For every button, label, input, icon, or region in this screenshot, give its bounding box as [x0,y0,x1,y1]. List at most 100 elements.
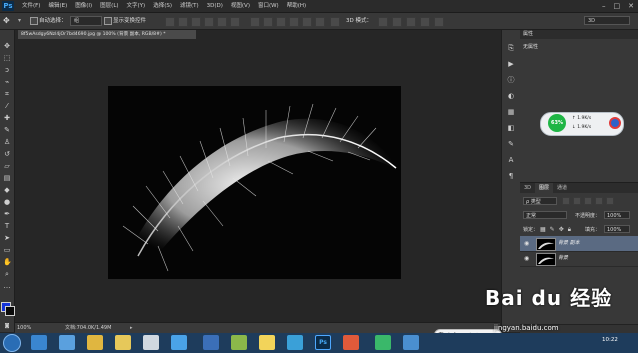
move-icon[interactable]: ✥ [3,42,11,50]
align-vcenter-button[interactable] [178,17,188,27]
shape-icon[interactable]: ▭ [3,246,11,254]
swatches-panel-icon[interactable]: ▦ [507,108,515,116]
filter-pixel-icon[interactable] [562,197,570,205]
slide-3d-button[interactable] [420,17,430,27]
history-panel-icon[interactable]: ⎘ [507,44,515,52]
auto-align-button[interactable] [330,17,340,27]
align-bottom-button[interactable] [191,17,201,27]
align-right-button[interactable] [230,17,240,27]
layer-row-background[interactable]: ◉ 背景 [520,251,638,267]
taskbar-app-icon[interactable] [403,335,419,350]
eyedropper-icon[interactable]: ⁄ [3,102,11,110]
menu-filter[interactable]: 滤镜(T) [176,0,203,12]
character-panel-icon[interactable]: A [507,156,515,164]
show-transform-checkbox[interactable] [104,17,112,25]
tab-channels[interactable]: 通道 [553,183,571,193]
gradient-icon[interactable]: ▤ [3,174,11,182]
close-button[interactable]: ✕ [628,1,634,11]
menu-image[interactable]: 图像(I) [71,0,96,12]
auto-select-dropdown[interactable]: 组 [70,16,102,26]
crop-icon[interactable]: ⌗ [3,90,11,98]
quick-mask-icon[interactable]: ◙ [3,322,11,330]
taskbar-app-icon[interactable] [59,335,75,350]
workspace-dropdown[interactable]: 3D [584,16,630,25]
fill-field[interactable]: 100% [604,225,630,233]
roll-3d-button[interactable] [392,17,402,27]
taskbar-app-icon[interactable] [375,335,391,350]
lock-all-icon[interactable]: 🔒︎ [568,226,571,233]
lock-position-icon[interactable]: ✥ [559,226,564,233]
menu-file[interactable]: 文件(F) [18,0,44,12]
distribute-vcenter-button[interactable] [263,17,273,27]
distribute-hcenter-button[interactable] [302,17,312,27]
security-app-icon[interactable] [609,117,621,129]
menu-layer[interactable]: 图层(L) [96,0,122,12]
align-hcenter-button[interactable] [217,17,227,27]
distribute-bottom-button[interactable] [276,17,286,27]
clone-stamp-icon[interactable]: ♙ [3,138,11,146]
taskbar-explorer-icon[interactable] [115,335,131,350]
move-tool-icon[interactable]: ✥ [3,16,13,26]
path-select-icon[interactable]: ➤ [3,234,11,242]
zoom-level[interactable]: 100% [17,323,31,333]
rotate-3d-button[interactable] [378,17,388,27]
distribute-top-button[interactable] [250,17,260,27]
photoshop-logo-icon[interactable]: Ps [2,1,14,11]
filter-adjust-icon[interactable] [573,197,581,205]
document-tab[interactable]: 8f5wAsdgy6Nzl4jOr7bd4690.jpg @ 100% (背景 … [18,30,196,39]
tool-preset-chevron-icon[interactable]: ▾ [18,16,24,26]
menu-window[interactable]: 窗口(W) [254,0,283,12]
tab-layers[interactable]: 图层 [535,183,554,193]
menu-select[interactable]: 选择(S) [149,0,176,12]
align-left-button[interactable] [204,17,214,27]
status-arrow-icon[interactable]: ▸ [130,323,133,333]
auto-select-checkbox[interactable] [30,17,38,25]
maximize-button[interactable]: □ [614,1,621,11]
more-tools-icon[interactable]: … [3,282,11,290]
minimize-button[interactable]: – [602,1,606,11]
brush-icon[interactable]: ✎ [3,126,11,134]
blur-icon[interactable]: ◆ [3,186,11,194]
info-panel-icon[interactable]: ⓘ [507,76,515,84]
distribute-left-button[interactable] [289,17,299,27]
taskbar-app-icon[interactable] [259,335,275,350]
start-button[interactable] [3,334,21,352]
background-color-swatch[interactable] [5,306,15,316]
scale-3d-button[interactable] [434,17,444,27]
history-brush-icon[interactable]: ↺ [3,150,11,158]
actions-panel-icon[interactable]: ▶ [507,60,515,68]
taskbar-folder-icon[interactable] [87,335,103,350]
tab-3d[interactable]: 3D [520,183,535,193]
hand-icon[interactable]: ✋ [3,258,12,266]
feather-image[interactable] [108,86,401,279]
pen-icon[interactable]: ✒ [3,210,11,218]
align-top-button[interactable] [165,17,175,27]
distribute-right-button[interactable] [315,17,325,27]
menu-edit[interactable]: 编辑(E) [44,0,71,12]
taskbar-app-icon[interactable] [203,335,219,350]
lock-transparent-icon[interactable]: ▦ [540,226,546,233]
layer-row-background-copy[interactable]: ◉ 背景 副本 [520,236,638,252]
visibility-eye-icon[interactable]: ◉ [524,240,531,247]
layer-kind-filter[interactable]: ρ 类型 [523,197,557,205]
taskbar-app-icon[interactable] [343,335,359,350]
lock-pixels-icon[interactable]: ✎ [550,226,555,233]
taskbar-app-icon[interactable] [287,335,303,350]
taskbar-photoshop-icon[interactable]: Ps [315,335,331,350]
menu-help[interactable]: 帮助(H) [283,0,310,12]
adjustments-panel-icon[interactable]: ◐ [507,92,515,100]
lasso-icon[interactable]: ↄ [3,66,11,74]
paragraph-panel-icon[interactable]: ¶ [507,172,515,180]
filter-smart-icon[interactable] [606,197,614,205]
filter-type-icon[interactable] [584,197,592,205]
filter-shape-icon[interactable] [595,197,603,205]
dodge-icon[interactable]: ● [3,198,11,206]
taskbar-app-icon[interactable] [143,335,159,350]
brush-panel-icon[interactable]: ✎ [507,140,515,148]
taskbar-qq-icon[interactable] [171,335,187,350]
taskbar-app-icon[interactable] [231,335,247,350]
menu-3d[interactable]: 3D(D) [203,0,227,12]
visibility-eye-icon[interactable]: ◉ [524,255,531,262]
eraser-icon[interactable]: ▱ [3,162,11,170]
menu-view[interactable]: 视图(V) [227,0,254,12]
